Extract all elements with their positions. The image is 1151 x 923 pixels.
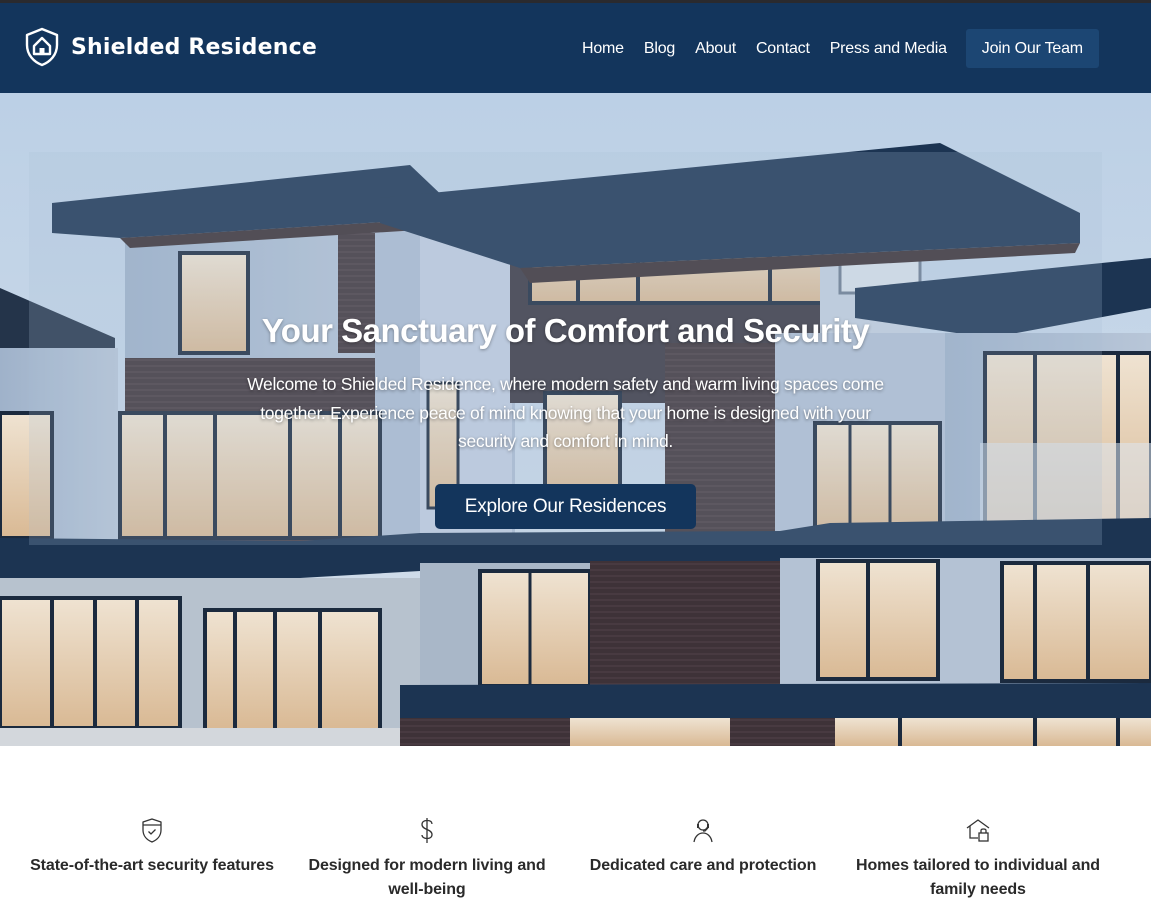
nav-link-blog[interactable]: Blog [634, 30, 685, 68]
home-lock-icon [966, 819, 990, 842]
hero-section: Your Sanctuary of Comfort and Security W… [0, 93, 1151, 746]
features-section: State-of-the-art security features Desig… [0, 746, 1151, 923]
hero-title: Your Sanctuary of Comfort and Security [261, 312, 870, 349]
brand-home-link[interactable]: Shielded Residence [24, 27, 317, 67]
brand-name: Shielded Residence [71, 34, 317, 60]
feature-item: Homes tailored to individual and family … [848, 816, 1108, 902]
support-agent-icon [693, 819, 713, 843]
nav-link-home[interactable]: Home [572, 30, 634, 68]
feature-item: Designed for modern living and well-bein… [297, 816, 557, 902]
nav-link-press-and-media[interactable]: Press and Media [820, 30, 957, 68]
feature-label: Homes tailored to individual and family … [856, 857, 1100, 898]
shield-home-icon [25, 27, 59, 67]
explore-residences-button[interactable]: Explore Our Residences [435, 484, 696, 529]
dollar-icon [421, 818, 433, 843]
feature-label: Designed for modern living and well-bein… [308, 857, 546, 898]
main-nav: Home Blog About Contact Press and Media … [572, 29, 1099, 68]
nav-link-contact[interactable]: Contact [746, 30, 820, 68]
hero-description: Welcome to Shielded Residence, where mod… [247, 374, 884, 451]
feature-label: State-of-the-art security features [30, 857, 274, 874]
feature-item: State-of-the-art security features [22, 816, 282, 878]
feature-item: Dedicated care and protection [573, 816, 833, 878]
navbar: Shielded Residence Home Blog About Conta… [0, 3, 1151, 93]
nav-link-about[interactable]: About [685, 30, 746, 68]
shield-check-icon [142, 818, 162, 843]
feature-label: Dedicated care and protection [589, 857, 817, 874]
join-our-team-button[interactable]: Join Our Team [965, 29, 1099, 68]
